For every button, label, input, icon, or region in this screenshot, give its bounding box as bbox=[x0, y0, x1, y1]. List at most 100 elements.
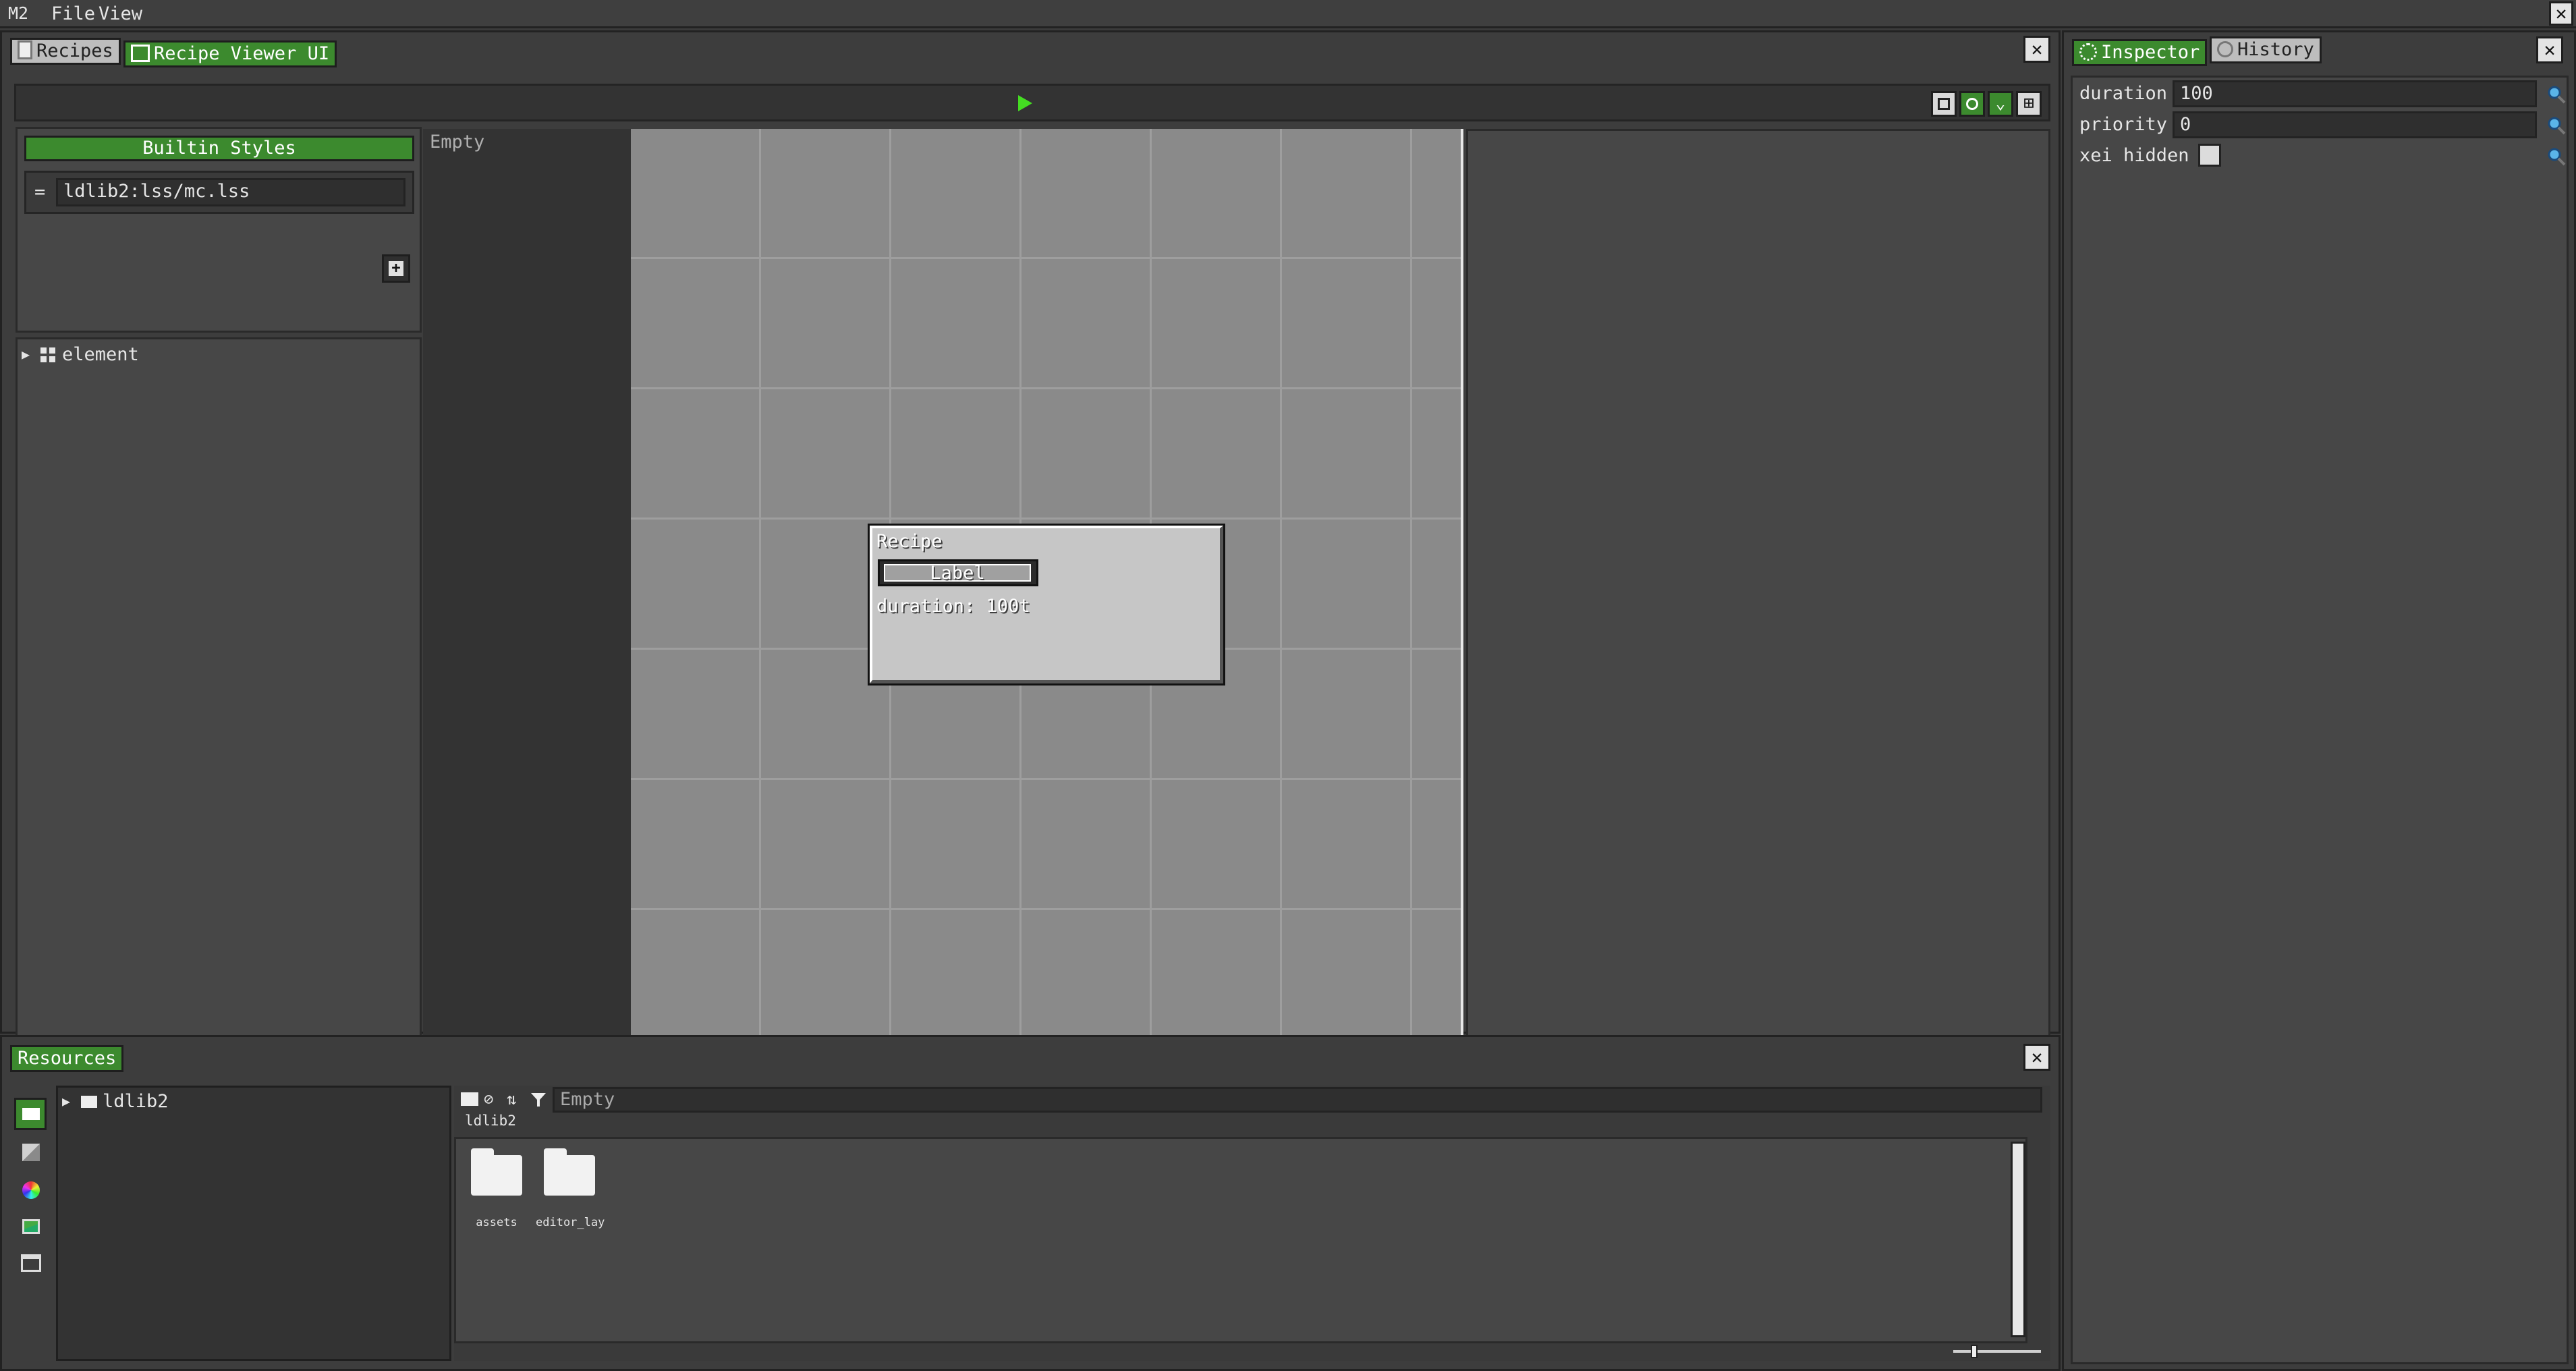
resource-item-label: editor_lay bbox=[536, 1216, 605, 1229]
menu-bar: M2 File View ✕ bbox=[0, 0, 2576, 28]
duration-input[interactable]: 100 bbox=[2173, 80, 2537, 107]
priority-value: 0 bbox=[2180, 114, 2191, 135]
inspector-panel: Inspector History ✕ duration 100 priorit… bbox=[2062, 30, 2576, 1371]
tab-history-label: History bbox=[2237, 39, 2314, 60]
app-logo: M2 bbox=[8, 3, 29, 23]
drag-handle-icon[interactable]: = bbox=[34, 183, 45, 201]
search-icon[interactable] bbox=[2546, 146, 2567, 167]
zoom-slider-track bbox=[1953, 1350, 2041, 1353]
tree-item-label: element bbox=[62, 344, 139, 365]
preview-canvas[interactable]: Recipe Label duration: 100t bbox=[631, 129, 1463, 1053]
resources-close-button[interactable]: ✕ bbox=[2023, 1044, 2050, 1071]
element-tree-panel: ▶ element bbox=[16, 337, 422, 1055]
editor-right-area bbox=[1466, 129, 2050, 1053]
style-path-field[interactable]: ldlib2:lss/mc.lss bbox=[56, 178, 405, 206]
editor-panel: Recipes Recipe Viewer UI ✕ ⌄ ⊞ Builtin S… bbox=[0, 30, 2061, 1055]
duration-label: duration bbox=[2079, 83, 2168, 104]
sort-icon[interactable]: ⇅ bbox=[507, 1090, 516, 1109]
plus-box-icon: ⊞ bbox=[2023, 93, 2034, 113]
filter-icon[interactable] bbox=[530, 1091, 547, 1109]
xei-hidden-label: xei hidden bbox=[2079, 145, 2189, 166]
folder-type-button[interactable] bbox=[14, 1098, 47, 1130]
resource-item-editor-lay[interactable]: editor_lay bbox=[536, 1146, 606, 1233]
tree-item-ldlib2[interactable]: ▶ ldlib2 bbox=[62, 1089, 224, 1112]
filter-placeholder: Empty bbox=[560, 1089, 615, 1110]
folder-tab bbox=[471, 1148, 494, 1158]
resource-filter-input[interactable]: Empty bbox=[553, 1087, 2042, 1113]
folder-icon bbox=[81, 1096, 97, 1108]
folder-view-icon[interactable] bbox=[461, 1092, 478, 1106]
frame-icon bbox=[1938, 98, 1950, 110]
info-toggle-button[interactable] bbox=[1959, 91, 1985, 117]
hidden-eye-icon[interactable]: ⊘ bbox=[484, 1090, 493, 1109]
tab-resources[interactable]: Resources bbox=[10, 1045, 124, 1072]
play-icon[interactable] bbox=[1016, 94, 1034, 113]
menu-file[interactable]: File bbox=[51, 5, 95, 23]
priority-input[interactable]: 0 bbox=[2173, 111, 2537, 138]
tree-item-element[interactable]: ▶ element bbox=[22, 342, 224, 365]
window-close-button[interactable]: ✕ bbox=[2549, 1, 2573, 26]
page-icon bbox=[18, 40, 32, 59]
tab-inspector-label: Inspector bbox=[2101, 42, 2200, 63]
info-icon bbox=[1966, 98, 1978, 110]
recipe-preview-window[interactable]: Recipe Label duration: 100t bbox=[868, 524, 1225, 686]
cube-icon[interactable] bbox=[22, 1144, 40, 1161]
resource-browser: ⊘ ⇅ Empty ldlib2 assets editor_lay bbox=[454, 1086, 2050, 1361]
resource-item-label: assets bbox=[476, 1216, 517, 1229]
label-button-text: Label bbox=[930, 563, 985, 584]
breadcrumb: ldlib2 bbox=[465, 1113, 516, 1129]
tab-recipes[interactable]: Recipes bbox=[10, 38, 121, 65]
inspector-body: duration 100 priority 0 xei hidden bbox=[2071, 76, 2569, 1364]
editor-close-button[interactable]: ✕ bbox=[2023, 36, 2050, 63]
selector-column: Empty bbox=[423, 129, 631, 1053]
builtin-styles-header[interactable]: Builtin Styles bbox=[24, 136, 414, 161]
search-icon[interactable] bbox=[2546, 84, 2567, 105]
tab-resources-label: Resources bbox=[18, 1048, 117, 1069]
gear-icon bbox=[2079, 43, 2097, 61]
grid-icon bbox=[40, 347, 55, 362]
folder-tab bbox=[544, 1148, 567, 1158]
tab-inspector[interactable]: Inspector bbox=[2072, 39, 2208, 66]
resource-tree: ▶ ldlib2 bbox=[56, 1086, 451, 1361]
tab-recipes-label: Recipes bbox=[36, 40, 113, 61]
styles-panel: Builtin Styles = ldlib2:lss/mc.lss + bbox=[16, 127, 422, 333]
zoom-slider[interactable] bbox=[1953, 1345, 2041, 1358]
expand-button[interactable]: ⊞ bbox=[2016, 91, 2042, 117]
window-icon bbox=[131, 45, 150, 62]
resource-grid: assets editor_lay bbox=[454, 1137, 2027, 1343]
menu-view[interactable]: View bbox=[99, 5, 142, 23]
resource-type-strip bbox=[14, 1098, 49, 1354]
zoom-slider-handle[interactable] bbox=[1971, 1345, 1978, 1358]
recipe-duration: duration: 100t bbox=[876, 596, 1030, 617]
tab-recipe-viewer-ui[interactable]: Recipe Viewer UI bbox=[123, 40, 337, 67]
dropdown-toggle-button[interactable]: ⌄ bbox=[1988, 91, 2013, 117]
resource-item-assets[interactable]: assets bbox=[463, 1146, 533, 1233]
tab-history[interactable]: History bbox=[2210, 36, 2322, 63]
frame-toggle-button[interactable] bbox=[1931, 91, 1957, 117]
expand-arrow-icon[interactable]: ▶ bbox=[22, 346, 30, 362]
window-type-icon[interactable] bbox=[21, 1254, 41, 1272]
editor-toolbar: ⌄ ⊞ bbox=[14, 84, 2050, 121]
xei-hidden-checkbox[interactable] bbox=[2198, 144, 2221, 167]
search-icon[interactable] bbox=[2546, 115, 2567, 136]
inspector-close-button[interactable]: ✕ bbox=[2536, 36, 2563, 63]
folder-icon bbox=[22, 1108, 40, 1120]
clock-icon bbox=[2217, 41, 2233, 57]
color-wheel-icon[interactable] bbox=[22, 1181, 40, 1199]
builtin-styles-label: Builtin Styles bbox=[142, 138, 296, 159]
label-button[interactable]: Label bbox=[878, 559, 1038, 586]
tree-folder-label: ldlib2 bbox=[103, 1091, 169, 1112]
folder-icon bbox=[544, 1155, 595, 1196]
priority-label: priority bbox=[2079, 114, 2168, 135]
expand-arrow-icon[interactable]: ▶ bbox=[62, 1093, 70, 1109]
folder-icon bbox=[471, 1155, 522, 1196]
style-entry-row: = ldlib2:lss/mc.lss bbox=[24, 171, 414, 214]
resource-scrollbar[interactable] bbox=[2011, 1142, 2025, 1337]
recipe-title: Recipe bbox=[876, 531, 943, 552]
style-path-value: ldlib2:lss/mc.lss bbox=[63, 181, 250, 202]
add-style-button[interactable]: + bbox=[382, 254, 410, 283]
tab-recipe-viewer-label: Recipe Viewer UI bbox=[154, 43, 330, 64]
label-button-face: Label bbox=[884, 564, 1031, 582]
image-icon[interactable] bbox=[22, 1219, 40, 1234]
duration-value: 100 bbox=[2180, 83, 2213, 104]
